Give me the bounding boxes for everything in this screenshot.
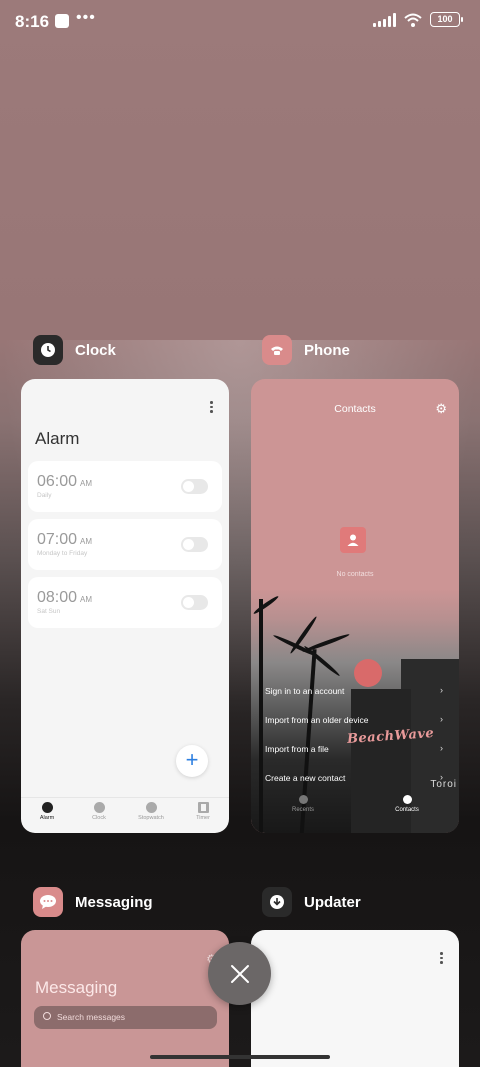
option-sign-in: Sign in to an account — [265, 686, 345, 696]
phone-icon — [298, 795, 308, 804]
chevron-right-icon: › — [440, 714, 443, 724]
phone-app-icon — [262, 335, 292, 365]
contact-placeholder-icon — [340, 527, 366, 553]
recent-app-card-messaging[interactable]: ⚙ Messaging Search messages — [21, 930, 229, 1067]
more-options-icon — [440, 952, 443, 966]
notification-icon — [55, 14, 69, 28]
page-title: Alarm — [35, 429, 80, 448]
alarm-toggle — [181, 595, 208, 610]
alarm-time: 06:00 — [37, 473, 78, 490]
alarm-item: 06:00 AM Daily — [28, 461, 222, 512]
alarm-time: 08:00 — [37, 589, 78, 606]
recent-app-card-clock[interactable]: Alarm 06:00 AM Daily 07:00 AM Monday to Fr… — [21, 379, 229, 833]
search-icon — [43, 1012, 51, 1020]
clock-icon — [93, 802, 105, 813]
chevron-right-icon: › — [440, 685, 443, 695]
signal-icon — [373, 12, 396, 27]
alarm-ampm: AM — [80, 537, 93, 546]
bottom-tabs: Recents Contacts — [251, 795, 459, 825]
tab-recents: Recents — [251, 795, 355, 825]
empty-state-text: No contacts — [336, 571, 374, 578]
alarm-time: 07:00 — [37, 531, 78, 548]
app-header-clock[interactable]: Clock — [33, 335, 116, 365]
messaging-app-icon — [33, 887, 63, 917]
add-alarm-button: + — [176, 745, 208, 777]
sun-shape — [354, 659, 382, 687]
app-name: Messaging — [75, 893, 153, 911]
alarm-ampm: AM — [80, 595, 93, 604]
alarm-item: 08:00 AM Sat Sun — [28, 577, 222, 628]
tab-timer: Timer — [177, 798, 229, 833]
more-notifications-icon: ••• — [76, 9, 96, 26]
sign-text: Toroi — [430, 779, 457, 790]
updater-app-icon — [262, 887, 292, 917]
app-header-phone[interactable]: Phone — [262, 335, 350, 365]
more-options-icon — [210, 401, 213, 415]
close-icon — [230, 964, 249, 983]
alarm-repeat: Monday to Friday — [37, 550, 88, 557]
app-name: Clock — [75, 341, 116, 359]
app-header-updater[interactable]: Updater — [262, 887, 361, 917]
chevron-right-icon: › — [440, 743, 443, 753]
status-bar: 8:16 ••• 100 — [0, 0, 480, 44]
alarm-toggle — [181, 479, 208, 494]
home-indicator[interactable] — [150, 1055, 330, 1059]
bottom-tabs: Alarm Clock Stopwatch Timer — [21, 797, 229, 833]
alarm-toggle — [181, 537, 208, 552]
alarm-repeat: Daily — [37, 492, 52, 499]
option-import-device: Import from an older device — [265, 715, 369, 725]
palm-frond — [252, 594, 280, 616]
tab-alarm: Alarm — [21, 798, 73, 833]
tab-clock: Clock — [73, 798, 125, 833]
gear-icon: ⚙ — [435, 401, 447, 416]
app-name: Phone — [304, 341, 350, 359]
tab-stopwatch: Stopwatch — [125, 798, 177, 833]
app-name: Updater — [304, 893, 361, 911]
wifi-icon — [404, 13, 422, 27]
app-header-messaging[interactable]: Messaging — [33, 887, 153, 917]
alarm-repeat: Sat Sun — [37, 608, 61, 615]
recent-app-card-phone[interactable]: Contacts ⚙ No contacts Sign in to an acc… — [251, 379, 459, 833]
clear-all-button[interactable] — [208, 942, 271, 1005]
option-import-file: Import from a file — [265, 744, 329, 754]
battery-icon: 100 — [430, 12, 463, 27]
tab-contacts: Contacts — [355, 795, 459, 825]
alarm-ampm: AM — [80, 479, 93, 488]
page-title: Contacts — [334, 403, 376, 415]
alarm-item: 07:00 AM Monday to Friday — [28, 519, 222, 570]
person-icon — [402, 795, 412, 804]
alarm-icon — [41, 802, 53, 813]
hourglass-icon — [197, 802, 209, 813]
page-title: Messaging — [35, 978, 118, 997]
option-create-contact: Create a new contact — [265, 773, 346, 783]
clock-app-icon — [33, 335, 63, 365]
stopwatch-icon — [145, 802, 157, 813]
status-time: 8:16 — [15, 12, 50, 31]
search-input: Search messages — [34, 1006, 217, 1029]
palm-frond — [303, 644, 341, 678]
recent-app-card-updater[interactable] — [251, 930, 459, 1067]
